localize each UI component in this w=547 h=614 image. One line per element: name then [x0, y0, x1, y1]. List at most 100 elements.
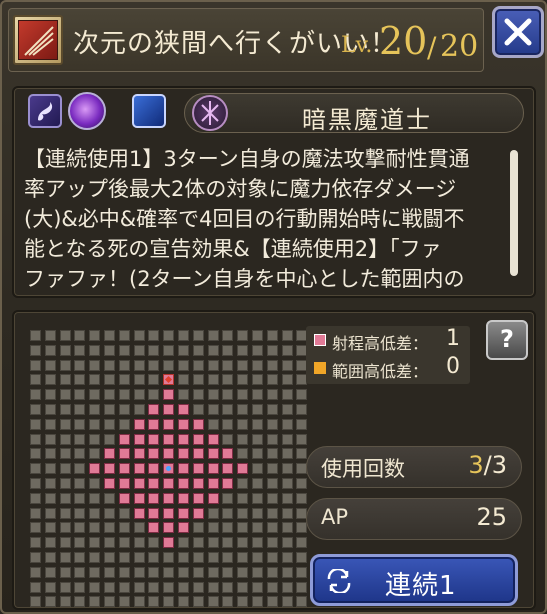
grid-cell — [104, 596, 115, 608]
grid-cell — [89, 492, 101, 504]
grid-cell — [104, 418, 115, 430]
grid-cell — [89, 418, 101, 430]
level-current: 20 — [379, 19, 428, 63]
grid-cell — [89, 507, 101, 519]
grid-cell — [59, 418, 71, 430]
description-scrollbar[interactable] — [510, 150, 518, 276]
grid-cell — [207, 522, 219, 534]
grid-range-cell — [118, 433, 130, 445]
grid-cell — [178, 581, 189, 593]
ap-value: 25 — [476, 503, 507, 531]
grid-cell — [222, 374, 234, 386]
grid-cell — [89, 552, 101, 563]
grid-cell — [74, 330, 86, 341]
grid-cell — [74, 433, 86, 445]
chain-toggle-button[interactable]: 連続1 — [310, 554, 518, 606]
grid-cell — [178, 344, 189, 356]
grid-cell — [222, 344, 234, 356]
grid-cell — [74, 522, 86, 534]
level-prefix: Lv. — [341, 33, 373, 58]
grid-range-cell — [178, 507, 189, 519]
grid-cell — [118, 389, 130, 401]
skill-detail-window: 次元の狭間へ行くがいい！ Lv. 20 / 20 暗黒魔道士 【連続使用1】3タ… — [0, 0, 547, 614]
description-line: 率アップ後最大2体の対象に魔力依存ダメージ — [24, 177, 457, 201]
area-height-value: 0 — [446, 354, 460, 379]
grid-cell — [163, 344, 175, 356]
grid-cell — [281, 433, 293, 445]
grid-cell — [252, 537, 263, 549]
grid-range-cell — [148, 433, 160, 445]
grid-range-cell — [133, 492, 145, 504]
grid-cell — [266, 330, 278, 341]
grid-cell — [44, 566, 56, 578]
grid-range-cell — [207, 463, 219, 475]
grid-cell — [59, 522, 71, 534]
grid-cell — [207, 552, 219, 563]
grid-range-cell — [104, 448, 115, 460]
grid-range-cell — [104, 478, 115, 489]
grid-range-cell — [148, 478, 160, 489]
grid-cell — [207, 330, 219, 341]
grid-cell — [266, 492, 278, 504]
grid-cell — [104, 374, 115, 386]
grid-cell — [281, 492, 293, 504]
grid-cell — [104, 433, 115, 445]
grid-cell — [118, 359, 130, 371]
grid-range-cell — [163, 448, 175, 460]
uses-label: 使用回数 — [321, 457, 405, 481]
grid-cell — [148, 344, 160, 356]
grid-range-cell — [222, 463, 234, 475]
grid-cell — [44, 359, 56, 371]
grid-range-cell — [163, 389, 175, 401]
grid-cell — [89, 330, 101, 341]
grid-cell — [44, 522, 56, 534]
grid-cell — [281, 507, 293, 519]
grid-cell — [59, 433, 71, 445]
grid-cell — [118, 522, 130, 534]
grid-cell — [148, 552, 160, 563]
grid-cell — [44, 389, 56, 401]
grid-cell — [89, 433, 101, 445]
grid-range-cell — [192, 507, 204, 519]
grid-cell — [237, 492, 249, 504]
grid-cell — [281, 418, 293, 430]
grid-cell — [133, 389, 145, 401]
grid-cell — [192, 596, 204, 608]
grid-cell — [237, 507, 249, 519]
grid-origin-cell — [163, 463, 175, 475]
grid-cell — [89, 537, 101, 549]
grid-cell — [237, 596, 249, 608]
grid-cell — [74, 507, 86, 519]
help-button[interactable]: ? — [486, 320, 528, 360]
grid-cell — [133, 537, 145, 549]
grid-cell — [163, 566, 175, 578]
grid-cell — [222, 566, 234, 578]
grid-range-cell — [104, 463, 115, 475]
grid-cell — [222, 404, 234, 415]
grid-cell — [133, 581, 145, 593]
grid-range-cell — [192, 433, 204, 445]
grid-cell — [207, 537, 219, 549]
grid-cell — [44, 596, 56, 608]
purple-orb-icon — [68, 92, 106, 130]
grid-cell — [222, 492, 234, 504]
grid-cell — [163, 596, 175, 608]
close-button[interactable] — [492, 6, 544, 58]
level-separator: / — [427, 31, 437, 64]
grid-cell — [44, 581, 56, 593]
grid-cell — [178, 596, 189, 608]
grid-cell — [30, 389, 41, 401]
grid-cell — [148, 537, 160, 549]
grid-cell — [74, 478, 86, 489]
grid-cell — [104, 330, 115, 341]
grid-cell — [59, 344, 71, 356]
chain-label: 連続1 — [385, 571, 457, 601]
area-swatch — [314, 362, 326, 374]
grid-cell — [222, 418, 234, 430]
grid-cell — [74, 463, 86, 475]
grid-cell — [237, 344, 249, 356]
grid-cell — [104, 404, 115, 415]
grid-range-cell — [163, 404, 175, 415]
grid-cell — [266, 537, 278, 549]
range-grid — [30, 330, 308, 608]
